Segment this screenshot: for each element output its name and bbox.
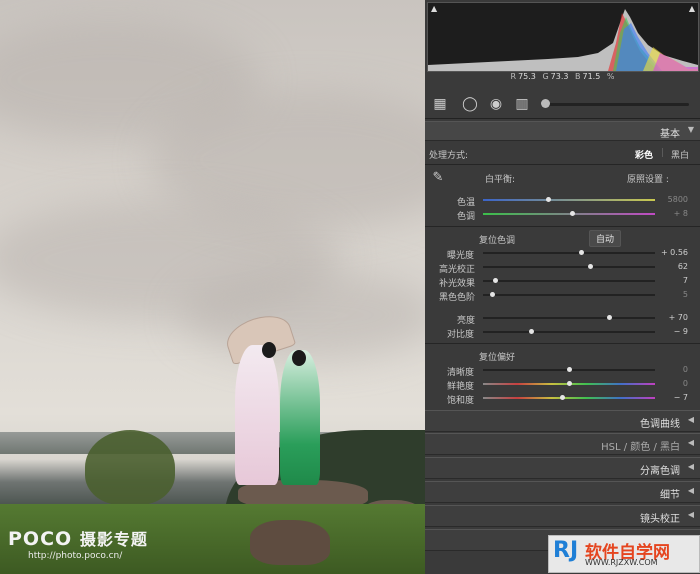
recovery-slider[interactable] bbox=[483, 264, 655, 269]
brightness-label: 亮度 bbox=[457, 316, 476, 326]
section-hsl[interactable]: HSL / 颜色 / 黑白 ◀ bbox=[425, 433, 700, 455]
tree bbox=[85, 430, 175, 505]
saturation-value[interactable]: − 7 bbox=[674, 393, 688, 402]
contrast-label: 对比度 bbox=[447, 330, 475, 340]
vibrance-value[interactable]: 0 bbox=[683, 379, 688, 388]
adjustment-brush-slider[interactable] bbox=[541, 103, 689, 106]
grid-icon[interactable]: ▦ bbox=[431, 96, 449, 112]
recovery-knob[interactable] bbox=[587, 264, 593, 269]
reset-presence-label[interactable]: 复位偏好 bbox=[479, 350, 515, 363]
develop-panel: ▲ ▲ R 75.3 G 73.3 B 71.5 % ▦ ◯ ◉ ▥ 基本 ▼ 处理方… bbox=[425, 0, 700, 574]
exposure-knob[interactable] bbox=[579, 250, 585, 255]
vibrance-label: 鲜艳度 bbox=[447, 382, 475, 392]
saturation-knob[interactable] bbox=[560, 395, 566, 400]
treatment-color-button[interactable]: 彩色 bbox=[635, 148, 653, 161]
contrast-knob[interactable] bbox=[529, 329, 535, 334]
site-watermark: RJ 软件自学网 WWW.RJZXW.COM bbox=[548, 535, 700, 573]
blacks-slider[interactable] bbox=[483, 292, 655, 297]
section-tone-curve[interactable]: 色调曲线 ◀ bbox=[425, 410, 700, 432]
saturation-slider[interactable] bbox=[483, 395, 655, 400]
contrast-slider[interactable] bbox=[483, 329, 655, 334]
fill-light-slider[interactable] bbox=[483, 278, 655, 283]
clarity-label: 清晰度 bbox=[447, 368, 475, 378]
section-lens-correction[interactable]: 镜头校正 ◀ bbox=[425, 505, 700, 527]
clip-shadows-toggle[interactable]: ▲ bbox=[431, 4, 437, 13]
brightness-knob[interactable] bbox=[606, 315, 612, 320]
white-balance-label: 白平衡: bbox=[485, 175, 516, 185]
site-url: WWW.RJZXW.COM bbox=[585, 558, 658, 567]
site-logo: RJ bbox=[553, 538, 579, 563]
vibrance-slider[interactable] bbox=[483, 381, 655, 386]
photo-preview: POCO 摄影专题 http://photo.poco.cn/ bbox=[0, 0, 425, 574]
fill-light-knob[interactable] bbox=[493, 278, 499, 283]
clarity-value[interactable]: 0 bbox=[683, 365, 688, 374]
brightness-value[interactable]: + 70 bbox=[669, 313, 688, 322]
white-balance-select[interactable]: 原照设置 : bbox=[627, 172, 669, 185]
exposure-value[interactable]: + 0.56 bbox=[661, 248, 688, 257]
red-eye-icon[interactable]: ◉ bbox=[487, 96, 505, 112]
blacks-label: 黑色色阶 bbox=[439, 293, 476, 303]
white-balance-picker-icon[interactable]: ✎ bbox=[429, 170, 447, 186]
temp-label: 色温 bbox=[457, 198, 476, 208]
temp-slider[interactable] bbox=[483, 197, 655, 202]
spot-removal-icon[interactable]: ◯ bbox=[461, 96, 479, 112]
poco-watermark-url: http://photo.poco.cn/ bbox=[28, 551, 123, 561]
section-detail[interactable]: 细节 ◀ bbox=[425, 481, 700, 503]
brightness-slider[interactable] bbox=[483, 315, 655, 320]
contrast-value[interactable]: − 9 bbox=[674, 327, 688, 336]
tool-strip: ▦ ◯ ◉ ▥ bbox=[425, 90, 700, 119]
treatment-bw-button[interactable]: 黑白 bbox=[671, 148, 689, 161]
exposure-slider[interactable] bbox=[483, 250, 655, 255]
section-basic[interactable]: 基本 ▼ bbox=[425, 121, 700, 141]
graduated-filter-icon[interactable]: ▥ bbox=[513, 96, 531, 112]
tint-label: 色调 bbox=[457, 212, 476, 222]
vibrance-knob[interactable] bbox=[567, 381, 572, 386]
recovery-value[interactable]: 62 bbox=[678, 262, 688, 271]
clip-highlights-toggle[interactable]: ▲ bbox=[689, 4, 695, 13]
clarity-knob[interactable] bbox=[567, 367, 572, 372]
auto-tone-button[interactable]: 自动 bbox=[589, 230, 622, 247]
tint-value[interactable]: + 8 bbox=[674, 209, 688, 218]
tint-slider[interactable] bbox=[483, 211, 655, 216]
section-split-toning[interactable]: 分离色调 ◀ bbox=[425, 457, 700, 479]
figure-pink bbox=[235, 345, 279, 485]
histogram-graph bbox=[428, 9, 698, 71]
histogram: ▲ ▲ bbox=[427, 2, 699, 72]
fill-light-label: 补光效果 bbox=[439, 279, 476, 289]
treatment-label: 处理方式: bbox=[429, 151, 469, 161]
exposure-label: 曝光度 bbox=[447, 251, 475, 261]
saturation-label: 饱和度 bbox=[447, 396, 475, 406]
fill-light-value[interactable]: 7 bbox=[683, 276, 688, 285]
poco-watermark: POCO 摄影专题 bbox=[8, 528, 148, 550]
figure-green bbox=[280, 350, 320, 485]
temp-value[interactable]: 5800 bbox=[668, 195, 688, 204]
temp-knob[interactable] bbox=[546, 197, 552, 202]
tint-knob[interactable] bbox=[570, 211, 576, 216]
rgb-readout: R 75.3 G 73.3 B 71.5 % bbox=[510, 72, 615, 81]
recovery-label: 高光校正 bbox=[439, 265, 476, 275]
adjustment-brush-knob[interactable] bbox=[541, 99, 550, 108]
blacks-knob[interactable] bbox=[489, 292, 495, 297]
reset-tone-label[interactable]: 复位色调 bbox=[479, 233, 515, 246]
blacks-value[interactable]: 5 bbox=[683, 290, 688, 299]
clarity-slider[interactable] bbox=[483, 367, 655, 372]
